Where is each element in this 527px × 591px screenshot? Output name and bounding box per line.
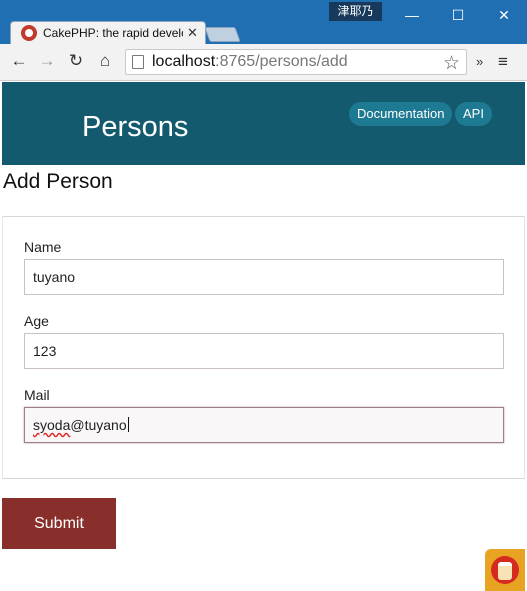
cakephp-favicon-icon	[21, 25, 37, 41]
nav-api-link[interactable]: API	[455, 102, 492, 126]
submit-button[interactable]: Submit	[2, 498, 116, 549]
page-icon	[132, 55, 144, 69]
browser-toolbar: ← → ↻ ⌂ localhost:8765/persons/add ☆ » ≡	[0, 44, 527, 81]
person-form: Name tuyano Age 123 Mail syoda@tuyano	[2, 216, 525, 479]
mail-label: Mail	[24, 387, 50, 403]
page-title: Add Person	[3, 170, 113, 193]
mail-value-domain: @tuyano	[70, 417, 127, 433]
browser-tab-active[interactable]: CakePHP: the rapid develo ✕	[10, 21, 206, 44]
mail-field[interactable]: syoda@tuyano	[24, 407, 504, 443]
tab-title: CakePHP: the rapid develo	[43, 26, 183, 40]
home-icon[interactable]: ⌂	[94, 50, 116, 72]
reload-icon[interactable]: ↻	[65, 50, 87, 72]
mail-value-user: syoda	[33, 417, 71, 433]
extensions-overflow-icon[interactable]: »	[476, 54, 483, 69]
close-window-icon[interactable]: ✕	[481, 0, 527, 30]
maximize-icon[interactable]: ☐	[435, 0, 481, 30]
tab-close-icon[interactable]: ✕	[187, 25, 198, 41]
app-header: Persons Documentation API	[2, 82, 525, 165]
browser-menu-icon[interactable]: ≡	[498, 52, 508, 72]
address-bar[interactable]: localhost:8765/persons/add ☆	[125, 49, 467, 75]
url-path: :8765/persons/add	[215, 53, 348, 70]
text-caret	[127, 417, 129, 432]
window-titlebar: 津耶乃 — ☐ ✕ CakePHP: the rapid develo ✕	[0, 0, 527, 44]
new-tab-button[interactable]	[204, 27, 241, 42]
back-arrow-icon[interactable]: ←	[8, 50, 30, 72]
age-field[interactable]: 123	[24, 333, 504, 369]
url-host: localhost	[152, 53, 216, 70]
name-label: Name	[24, 239, 62, 255]
forward-arrow-icon[interactable]: →	[36, 50, 58, 72]
debug-kit-toolbar-icon[interactable]	[485, 549, 525, 591]
site-title[interactable]: Persons	[82, 111, 188, 144]
age-label: Age	[24, 313, 49, 329]
name-field[interactable]: tuyano	[24, 259, 504, 295]
bookmark-star-icon[interactable]: ☆	[443, 52, 460, 75]
nav-documentation-link[interactable]: Documentation	[349, 102, 453, 126]
user-badge: 津耶乃	[329, 2, 382, 21]
minimize-icon[interactable]: —	[389, 0, 435, 30]
